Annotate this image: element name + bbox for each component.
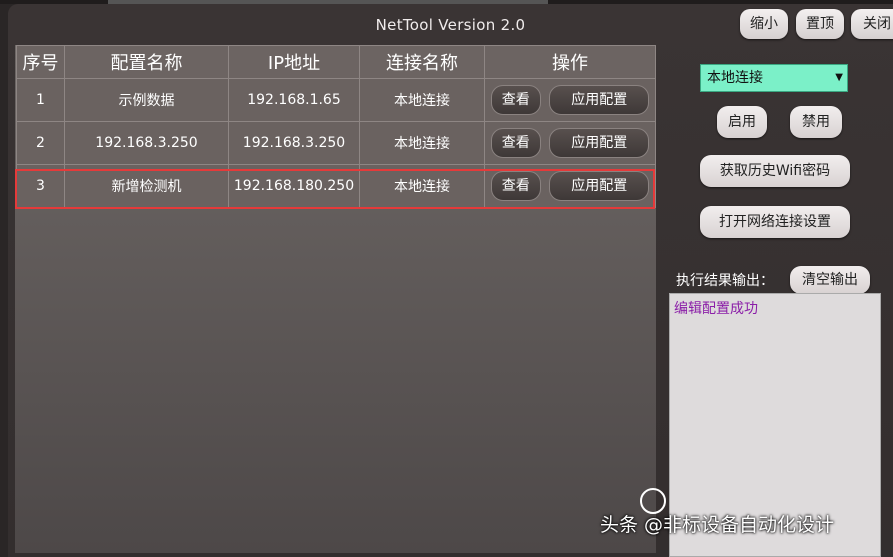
adapter-select-value: 本地连接 xyxy=(707,70,763,86)
output-label: 执行结果输出： xyxy=(676,273,774,289)
view-button[interactable]: 查看 xyxy=(490,85,541,115)
table-row[interactable]: 1 示例数据 192.168.1.65 本地连接 查看 应用配置 xyxy=(16,78,656,122)
header-actions: 操作 xyxy=(484,45,656,79)
output-text: 编辑配置成功 xyxy=(674,301,758,317)
enable-button[interactable]: 启用 xyxy=(717,106,767,138)
adapter-select[interactable]: 本地连接 ▼ xyxy=(700,64,848,92)
watermark: 头条 @非标设备自动化设计 xyxy=(600,514,835,536)
row-connection: 本地连接 xyxy=(359,78,485,122)
row-actions: 查看 应用配置 xyxy=(484,164,656,208)
config-table-panel: 序号 配置名称 IP地址 连接名称 操作 1 示例数据 192.168.1.65… xyxy=(15,45,656,553)
header-connection-name: 连接名称 xyxy=(359,45,485,79)
row-connection: 本地连接 xyxy=(359,164,485,208)
header-index: 序号 xyxy=(16,45,65,79)
row-config-name: 示例数据 xyxy=(64,78,229,122)
row-index: 1 xyxy=(16,78,65,122)
row-index: 2 xyxy=(16,121,65,165)
pin-top-button[interactable]: 置顶 xyxy=(796,9,844,39)
view-button[interactable]: 查看 xyxy=(490,128,541,158)
row-config-name: 192.168.3.250 xyxy=(64,121,229,165)
row-actions: 查看 应用配置 xyxy=(484,121,656,165)
apply-config-button[interactable]: 应用配置 xyxy=(549,85,650,115)
row-config-name: 新增检测机 xyxy=(64,164,229,208)
dropdown-arrow-icon: ▼ xyxy=(835,72,843,83)
table-row[interactable]: 3 新增检测机 192.168.180.250 本地连接 查看 应用配置 xyxy=(16,164,656,208)
row-ip: 192.168.1.65 xyxy=(228,78,360,122)
row-connection: 本地连接 xyxy=(359,121,485,165)
disable-button[interactable]: 禁用 xyxy=(790,106,842,138)
minimize-button[interactable]: 缩小 xyxy=(740,9,788,39)
open-network-settings-button[interactable]: 打开网络连接设置 xyxy=(700,206,850,238)
table-row[interactable]: 2 192.168.3.250 192.168.3.250 本地连接 查看 应用… xyxy=(16,121,656,165)
apply-config-button[interactable]: 应用配置 xyxy=(549,128,650,158)
clear-output-button[interactable]: 清空输出 xyxy=(790,266,870,294)
row-actions: 查看 应用配置 xyxy=(484,78,656,122)
close-button[interactable]: 关闭 xyxy=(851,9,893,39)
table-header-row: 序号 配置名称 IP地址 连接名称 操作 xyxy=(16,45,656,79)
view-button[interactable]: 查看 xyxy=(490,171,541,201)
get-wifi-password-button[interactable]: 获取历史Wifi密码 xyxy=(700,155,850,187)
header-ip-address: IP地址 xyxy=(228,45,360,79)
row-index: 3 xyxy=(16,164,65,208)
row-ip: 192.168.180.250 xyxy=(228,164,360,208)
row-ip: 192.168.3.250 xyxy=(228,121,360,165)
header-config-name: 配置名称 xyxy=(64,45,229,79)
apply-config-button[interactable]: 应用配置 xyxy=(549,171,650,201)
config-table: 序号 配置名称 IP地址 连接名称 操作 1 示例数据 192.168.1.65… xyxy=(16,45,656,208)
